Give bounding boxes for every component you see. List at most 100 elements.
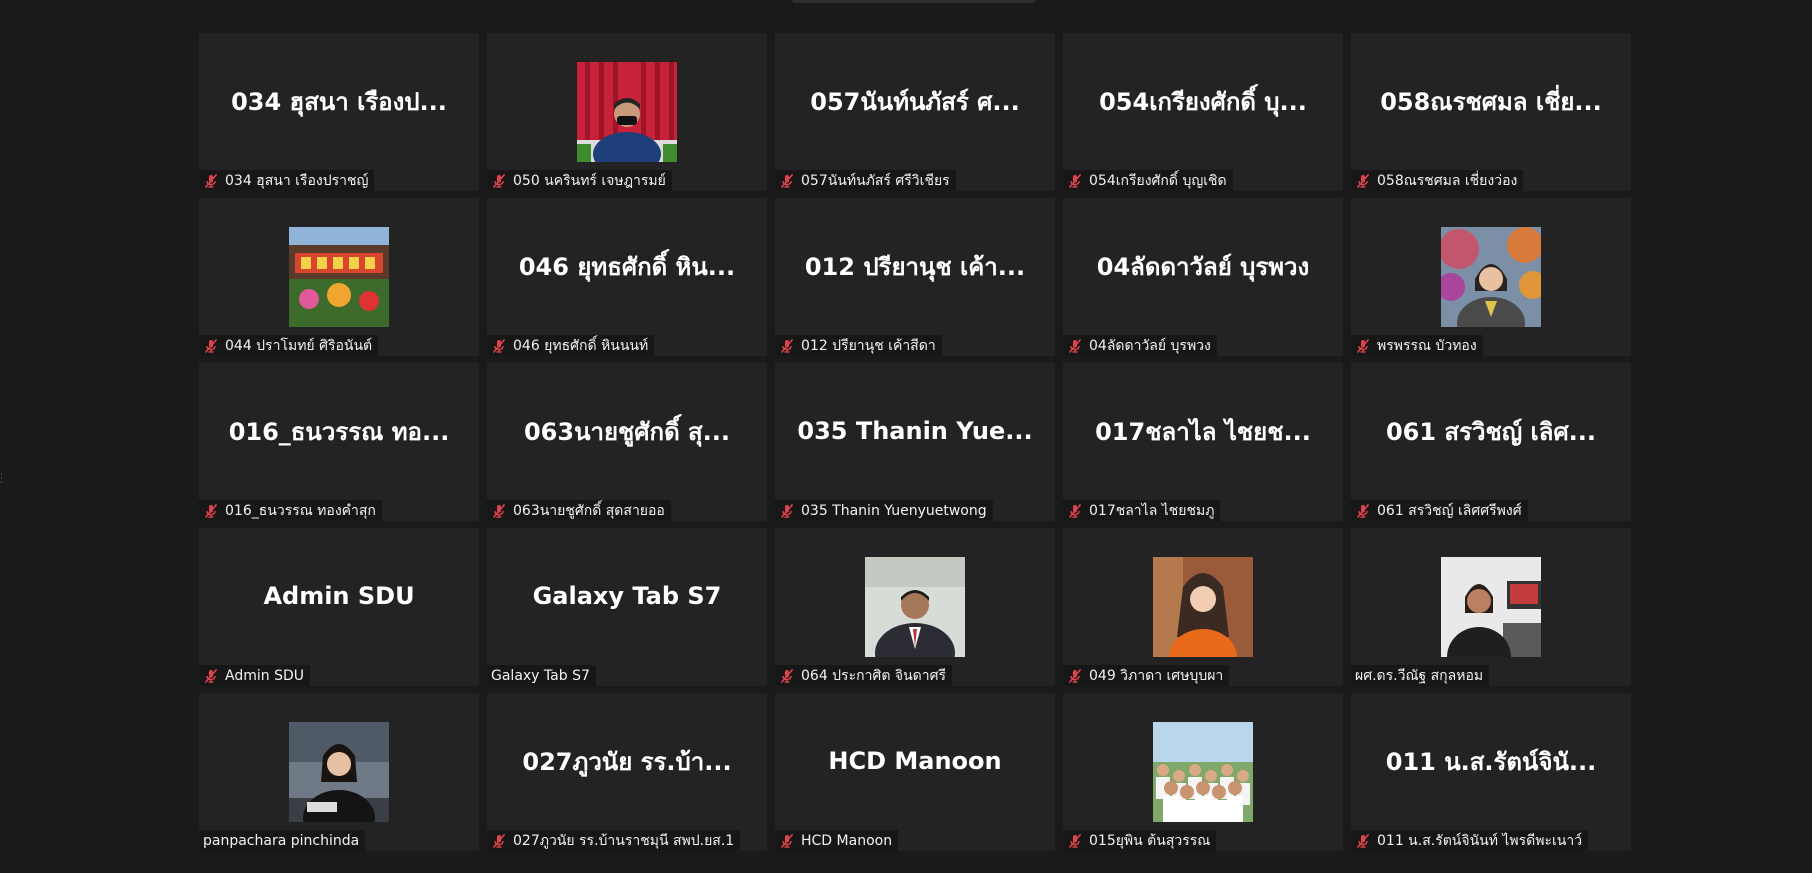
mic-off-icon [491,173,507,189]
participant-tile[interactable]: 058ณรชศมล เชี่ย... 058ณรชศมล เชี่ยงว่อง [1351,33,1631,191]
participant-tile[interactable]: 035 Thanin Yue... 035 Thanin Yuenyuetwong [775,363,1055,521]
participant-display-name: 061 สรวิชญ์ เลิศ... [1385,417,1597,446]
participant-name-label: 017ชลาไล ไชยชมภู [1063,500,1221,521]
participant-tile[interactable]: 016_ธนวรรณ ทอ... 016_ธนวรรณ ทองคำสุก [199,363,479,521]
participant-name: 011 น.ส.รัตน์จินันท์ ไพรดีพะเนาว์ [1377,832,1583,849]
participant-name-label: 016_ธนวรรณ ทองคำสุก [199,500,382,521]
participant-display-name: 027ภูวนัย รร.บ้า... [522,747,732,776]
mic-off-icon [491,833,507,849]
participant-name-label: 015ยุพิน ต้นสุวรรณ [1063,830,1217,851]
top-drag-handle[interactable] [792,0,1036,3]
participant-tile[interactable]: 057นันท์นภัสร์ ศ... 057นันท์นภัสร์ ศรีวิเ… [775,33,1055,191]
participant-video [1153,722,1253,822]
participant-tile[interactable]: 011 น.ส.รัตน์จินั... 011 น.ส.รัตน์จินันท์… [1351,693,1631,851]
participant-name-label: 035 Thanin Yuenyuetwong [775,500,993,521]
participant-name: 044 ปราโมทย์ ศิริอนันต์ [225,337,373,354]
participant-tile[interactable]: พรพรรณ บัวทอง [1351,198,1631,356]
participant-name-label: 064 ประกาศิต จินดาศรี [775,665,952,686]
participant-name: 054เกรียงศักดิ์ บุญเชิด [1089,172,1227,189]
participant-name-label: 063นายชูศักดิ์ สุดสายออ [487,500,671,521]
participant-video [865,557,965,657]
mic-off-icon [203,173,219,189]
side-panel-handle[interactable]: · · · [0,471,3,488]
participant-tile[interactable]: ผศ.ดร.วีณัฐ สกุลหอม [1351,528,1631,686]
participant-name-label: 011 น.ส.รัตน์จินันท์ ไพรดีพะเนาว์ [1351,830,1589,851]
participant-display-name: 058ณรชศมล เชี่ย... [1380,87,1602,116]
participant-tile[interactable]: 012 ปรียานุช เค้า... 012 ปรียานุช เค้าสีด… [775,198,1055,356]
participant-display-name: 063นายชูศักดิ์ สุ... [523,417,731,446]
participant-name: 057นันท์นภัสร์ ศรีวิเชียร [801,172,950,189]
mic-off-icon [1067,833,1083,849]
mic-off-icon [779,833,795,849]
participant-name-label: ผศ.ดร.วีณัฐ สกุลหอม [1351,665,1490,686]
participant-display-name: 011 น.ส.รัตน์จินั... [1385,747,1597,776]
participant-display-name: 057นันท์นภัสร์ ศ... [810,87,1020,116]
participant-name: 049 วิภาดา เศษบุบผา [1089,667,1224,684]
participant-name-label: Admin SDU [199,665,310,686]
participant-display-name: 012 ปรียานุช เค้า... [804,252,1026,281]
participant-tile[interactable]: Admin SDU Admin SDU [199,528,479,686]
participant-name: 012 ปรียานุช เค้าสีดา [801,337,936,354]
participant-name-label: 034 ฮุสนา เรืองปราชญ์ [199,170,375,191]
participant-name-label: 057นันท์นภัสร์ ศรีวิเชียร [775,170,956,191]
participant-name: 015ยุพิน ต้นสุวรรณ [1089,832,1211,849]
participant-video [577,62,677,162]
mic-off-icon [1067,338,1083,354]
participant-tile[interactable]: 054เกรียงศักดิ์ บุ... 054เกรียงศักดิ์ บุญ… [1063,33,1343,191]
participant-name: 061 สรวิชญ์ เลิศศรีพงศ์ [1377,502,1522,519]
participant-display-name: 035 Thanin Yue... [797,417,1033,445]
participant-display-name: 016_ธนวรรณ ทอ... [228,417,450,446]
participant-name: 058ณรชศมล เชี่ยงว่อง [1377,172,1518,189]
participant-name-label: พรพรรณ บัวทอง [1351,335,1483,356]
mic-off-icon [779,503,795,519]
participant-tile[interactable]: 034 ฮุสนา เรืองป... 034 ฮุสนา เรืองปราชญ์ [199,33,479,191]
participant-display-name: 054เกรียงศักดิ์ บุ... [1099,87,1307,116]
participant-name-label: 050 นครินทร์ เจษฎารมย์ [487,170,672,191]
participant-video [1441,557,1541,657]
participant-name: 04ลัดดาวัลย์ บุรพวง [1089,337,1211,354]
mic-off-icon [1355,173,1371,189]
mic-off-icon [203,503,219,519]
participant-name: 035 Thanin Yuenyuetwong [801,502,987,519]
mic-off-icon [1355,503,1371,519]
participant-tile[interactable]: 050 นครินทร์ เจษฎารมย์ [487,33,767,191]
mic-off-icon [779,338,795,354]
participant-tile[interactable]: 027ภูวนัย รร.บ้า... 027ภูวนัย รร.บ้านราชม… [487,693,767,851]
participant-tile[interactable]: 064 ประกาศิต จินดาศรี [775,528,1055,686]
participant-video [1153,557,1253,657]
participant-name: Galaxy Tab S7 [491,667,590,684]
participant-video [289,227,389,327]
participant-display-name: 046 ยุทธศักดิ์ หิน... [518,252,736,281]
mic-off-icon [1067,503,1083,519]
participant-name-label: 027ภูวนัย รร.บ้านราชมุนี สพป.ยส.1 [487,830,741,851]
mic-off-icon [1067,668,1083,684]
participant-tile[interactable]: 049 วิภาดา เศษบุบผา [1063,528,1343,686]
participant-display-name: 017ชลาไล ไชยช... [1095,417,1311,446]
participant-name: HCD Manoon [801,832,893,849]
participant-tile[interactable]: HCD Manoon HCD Manoon [775,693,1055,851]
participant-name-label: 058ณรชศมล เชี่ยงว่อง [1351,170,1524,191]
participant-name: 034 ฮุสนา เรืองปราชญ์ [225,172,369,189]
participant-tile[interactable]: 04ลัดดาวัลย์ บุรพวง 04ลัดดาวัลย์ บุรพวง [1063,198,1343,356]
participant-name: 016_ธนวรรณ ทองคำสุก [225,502,376,519]
participant-name: 017ชลาไล ไชยชมภู [1089,502,1215,519]
participant-tile[interactable]: Galaxy Tab S7 Galaxy Tab S7 [487,528,767,686]
participant-display-name: Admin SDU [263,582,415,610]
mic-off-icon [779,668,795,684]
participant-tile[interactable]: panpachara pinchinda [199,693,479,851]
participant-tile[interactable]: 063นายชูศักดิ์ สุ... 063นายชูศักดิ์ สุดสา… [487,363,767,521]
participant-tile[interactable]: 044 ปราโมทย์ ศิริอนันต์ [199,198,479,356]
participant-tile[interactable]: 046 ยุทธศักดิ์ หิน... 046 ยุทธศักดิ์ หินน… [487,198,767,356]
participant-tile[interactable]: 017ชลาไล ไชยช... 017ชลาไล ไชยชมภู [1063,363,1343,521]
mic-off-icon [1355,338,1371,354]
participant-display-name: HCD Manoon [828,747,1002,775]
participant-name: 050 นครินทร์ เจษฎารมย์ [513,172,666,189]
mic-off-icon [779,173,795,189]
participant-name: 064 ประกาศิต จินดาศรี [801,667,946,684]
mic-off-icon [491,503,507,519]
participant-name: พรพรรณ บัวทอง [1377,337,1477,354]
participant-tile[interactable]: 061 สรวิชญ์ เลิศ... 061 สรวิชญ์ เลิศศรีพง… [1351,363,1631,521]
participant-name: 046 ยุทธศักดิ์ หินนนท์ [513,337,649,354]
participant-tile[interactable]: 015ยุพิน ต้นสุวรรณ [1063,693,1343,851]
mic-off-icon [203,668,219,684]
